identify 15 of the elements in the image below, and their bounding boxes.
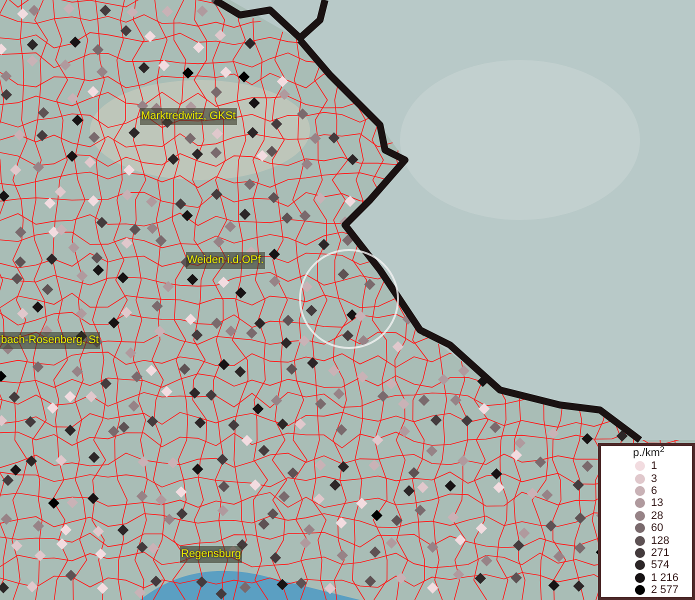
place-label: Regensburg <box>180 546 242 562</box>
legend-label: 128 <box>651 534 670 547</box>
place-label: Weiden i.d.OPf. <box>186 252 265 268</box>
legend-label: 1 <box>651 460 658 472</box>
legend-label: 1 216 <box>651 572 679 584</box>
legend-label: 13 <box>651 497 664 510</box>
legend-label: 28 <box>651 510 664 522</box>
place-label: bach-Rosenberg, St <box>0 332 100 348</box>
legend-label: 2 577 <box>651 584 679 596</box>
legend-title: p./km$^{2}$ <box>633 447 666 460</box>
legend-label: 3 <box>651 472 658 485</box>
legend-label: 271 <box>651 546 670 559</box>
legend-label: 60 <box>651 522 664 534</box>
legend-label: 6 <box>651 484 658 497</box>
legend-label: 574 <box>651 559 670 572</box>
